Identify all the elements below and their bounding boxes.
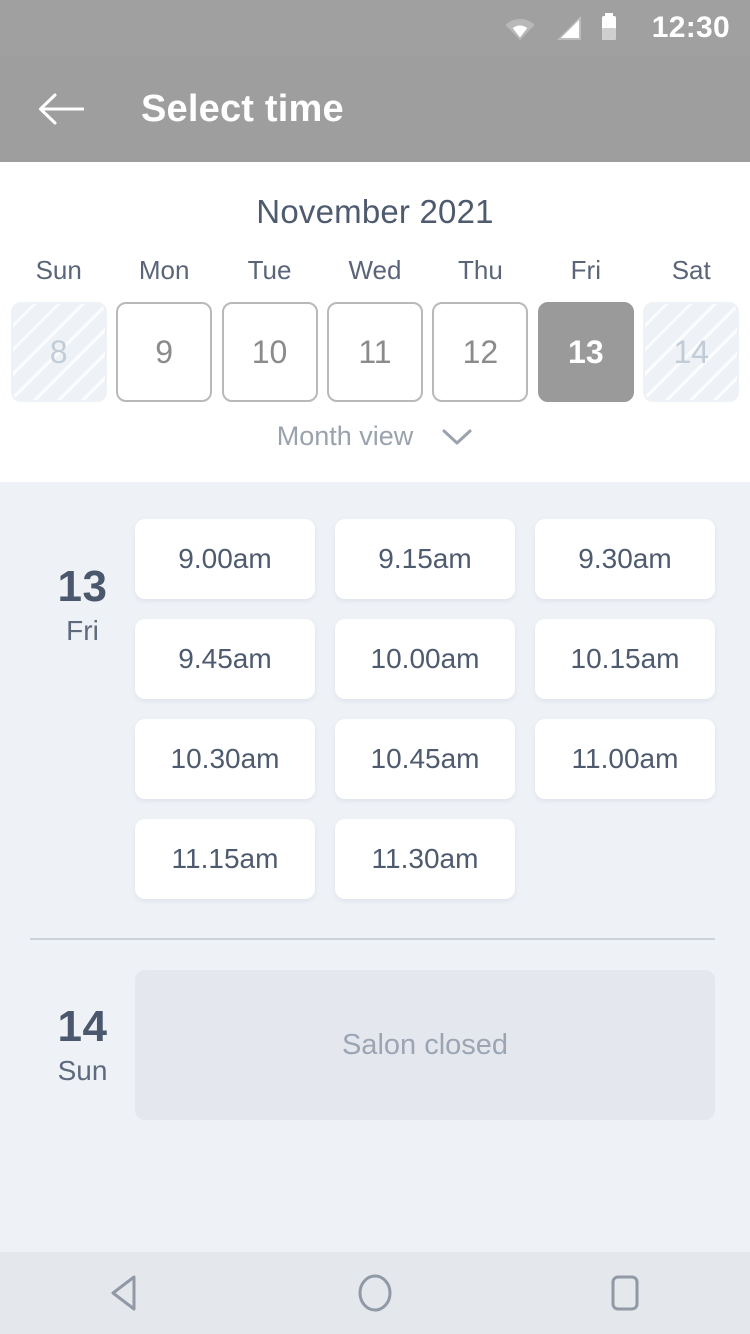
- nav-home-button[interactable]: [320, 1252, 430, 1334]
- nav-recents-button[interactable]: [570, 1252, 680, 1334]
- status-bar-clock: 12:30: [651, 11, 730, 44]
- schedule-day-label-14: 14 Sun: [30, 970, 135, 1120]
- weekday-label: Wed: [348, 255, 402, 285]
- schedule-day-number: 13: [57, 562, 108, 611]
- recents-square-icon: [611, 1275, 639, 1311]
- app-screen: 12:30 Select time November 2021 Sun Mon …: [0, 0, 750, 1334]
- schedule-day-label-13: 13 Fri: [30, 519, 135, 899]
- calendar-day-slot: 14: [639, 302, 744, 402]
- android-nav-bar: [0, 1252, 750, 1334]
- time-slot[interactable]: 9.45am: [135, 619, 315, 699]
- time-slot[interactable]: 9.30am: [535, 519, 715, 599]
- cellular-signal-icon: [556, 16, 581, 40]
- time-slot[interactable]: 10.45am: [335, 719, 515, 799]
- time-slot[interactable]: 10.15am: [535, 619, 715, 699]
- time-slot[interactable]: 10.00am: [335, 619, 515, 699]
- calendar-day-11[interactable]: 11: [326, 302, 423, 402]
- calendar-day-slot: 13: [533, 302, 638, 402]
- time-slot[interactable]: 10.30am: [135, 719, 315, 799]
- weekday-label: Thu: [457, 255, 503, 285]
- calendar-day-13-selected[interactable]: 13: [537, 302, 634, 402]
- back-triangle-icon: [111, 1275, 136, 1311]
- nav-back-button[interactable]: [70, 1252, 180, 1334]
- calendar-day-slot: 12: [428, 302, 533, 402]
- calendar-day-14: 14: [643, 302, 740, 402]
- time-slot[interactable]: 9.00am: [135, 519, 315, 599]
- calendar-day-slot: 9: [111, 302, 216, 402]
- calendar-week-strip: 8 9 10 11 12 13 14: [0, 302, 750, 402]
- app-bar: Select time: [0, 56, 750, 162]
- calendar-day-slot: 8: [6, 302, 111, 402]
- calendar-day-9[interactable]: 9: [116, 302, 213, 402]
- back-arrow-icon: [39, 93, 84, 125]
- calendar-day-12[interactable]: 12: [432, 302, 529, 402]
- weekday-label: Sun: [35, 255, 82, 285]
- time-slot[interactable]: 11.15am: [135, 819, 315, 899]
- battery-icon: [601, 13, 616, 40]
- time-slot-grid-13: 9.00am 9.15am 9.30am 9.45am 10.00am 10.1…: [135, 519, 715, 899]
- page-title: Select time: [141, 87, 344, 130]
- calendar-day-slot: 10: [217, 302, 322, 402]
- status-icons: 12:30: [504, 13, 730, 43]
- calendar-weekday-header: Sun Mon Tue Wed Thu Fri Sat: [0, 255, 750, 286]
- month-view-label: Month view: [276, 421, 414, 451]
- schedule-day-name: Fri: [66, 615, 99, 647]
- schedule-day-number: 14: [57, 1002, 108, 1051]
- back-button[interactable]: [25, 73, 97, 145]
- weekday-label: Tue: [247, 255, 292, 285]
- wifi-icon: [505, 19, 535, 40]
- schedule-day-name: Sun: [57, 1055, 108, 1087]
- status-bar: 12:30: [0, 0, 750, 56]
- weekday-label: Sat: [671, 255, 711, 285]
- salon-closed-panel: Salon closed: [135, 970, 715, 1120]
- schedule-day-group-13: 13 Fri 9.00am 9.15am 9.30am 9.45am 10.00…: [0, 482, 750, 899]
- time-slot[interactable]: 11.00am: [535, 719, 715, 799]
- schedule-day-group-14: 14 Sun Salon closed: [0, 940, 750, 1120]
- chevron-down-icon: [442, 429, 472, 444]
- time-slot[interactable]: 9.15am: [335, 519, 515, 599]
- month-view-toggle[interactable]: Month view: [0, 421, 750, 452]
- calendar-day-10[interactable]: 10: [221, 302, 318, 402]
- calendar-panel: November 2021 Sun Mon Tue Wed Thu Fri Sa…: [0, 162, 750, 482]
- weekday-label: Fri: [570, 255, 601, 285]
- calendar-day-slot: 11: [322, 302, 427, 402]
- time-slot[interactable]: 11.30am: [335, 819, 515, 899]
- home-circle-icon: [358, 1274, 392, 1312]
- weekday-label: Mon: [138, 255, 190, 285]
- schedule-area: 13 Fri 9.00am 9.15am 9.30am 9.45am 10.00…: [0, 482, 750, 1252]
- calendar-day-8: 8: [10, 302, 107, 402]
- calendar-month-title: November 2021: [256, 193, 494, 230]
